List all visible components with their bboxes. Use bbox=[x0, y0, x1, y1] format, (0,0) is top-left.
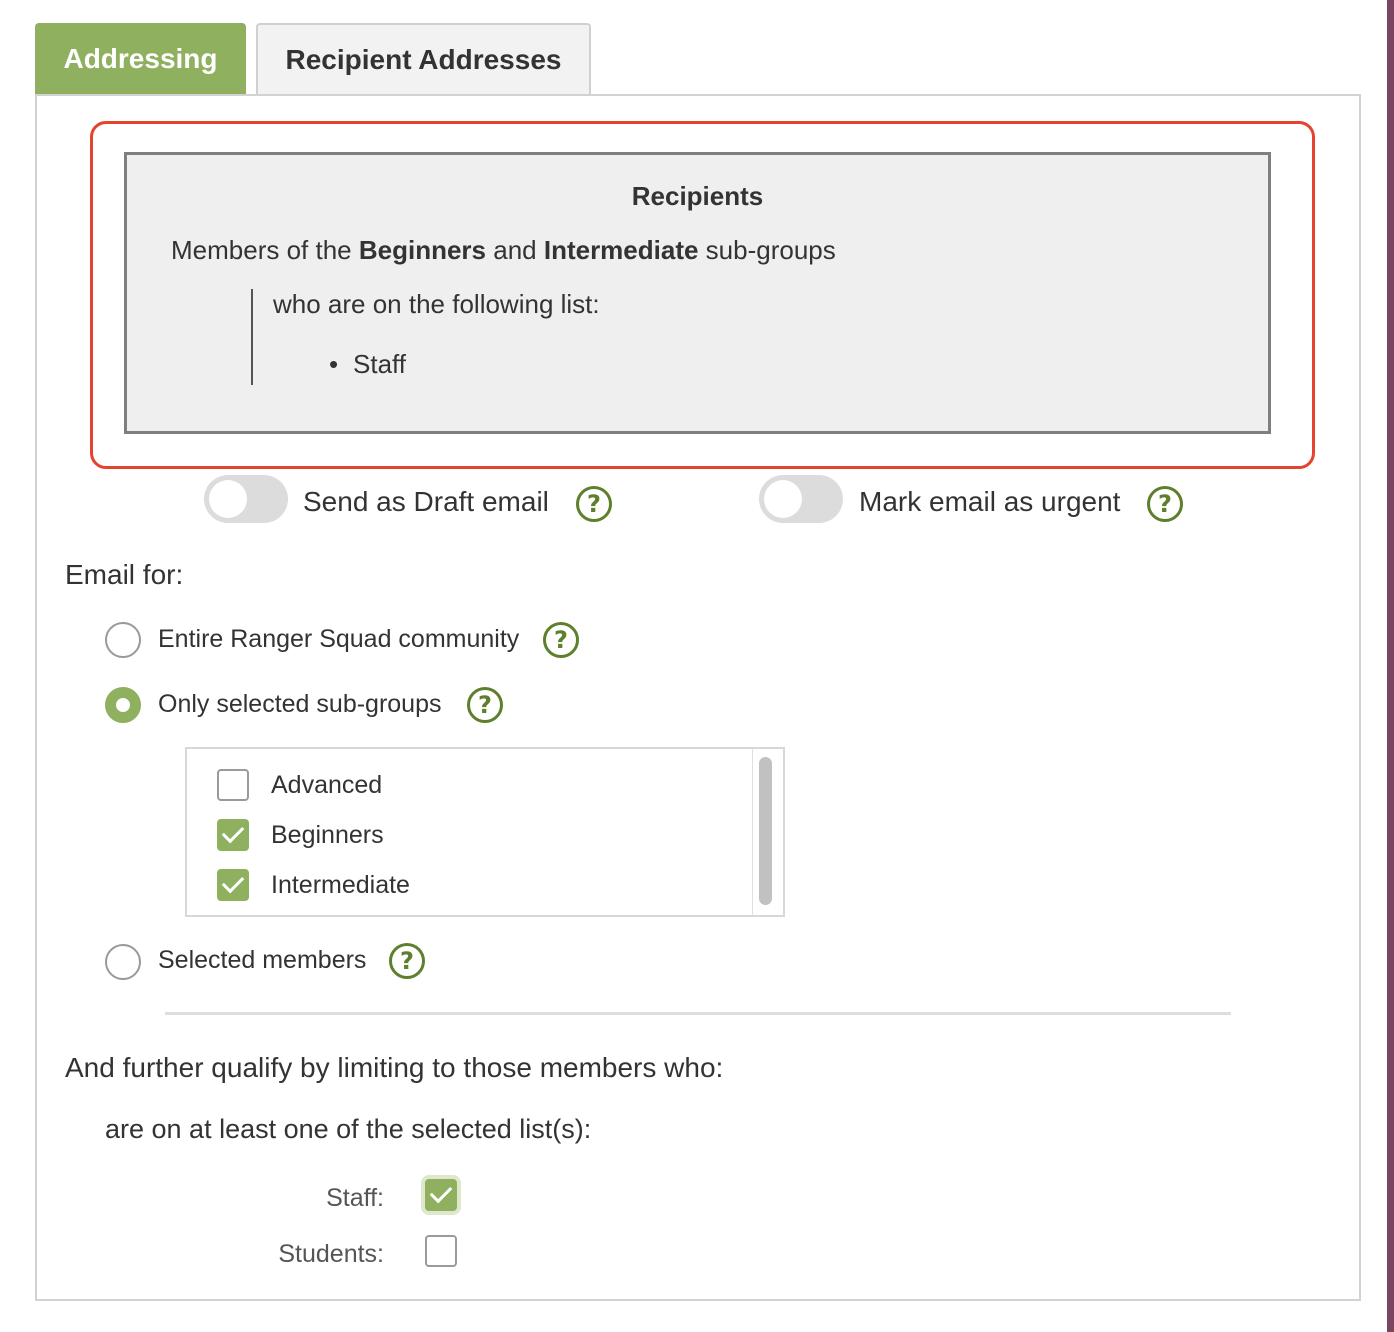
subgroup-list: Advanced Beginners Intermediate bbox=[185, 747, 785, 917]
checkbox-students-list[interactable] bbox=[425, 1235, 457, 1267]
description-prefix: Members of the bbox=[171, 235, 359, 265]
community-help-icon[interactable]: ? bbox=[543, 622, 579, 658]
urgent-help-icon[interactable]: ? bbox=[1147, 486, 1183, 522]
checkbox-beginners[interactable] bbox=[217, 819, 249, 851]
subgroup-label: Beginners bbox=[271, 821, 384, 849]
radio-selected-subgroups-label[interactable]: Only selected sub-groups bbox=[158, 690, 441, 719]
radio-selected-subgroups[interactable] bbox=[105, 687, 141, 723]
bullet-icon: • bbox=[329, 349, 339, 379]
subgroup-scrollbar[interactable] bbox=[752, 749, 777, 915]
checkbox-staff-list[interactable] bbox=[425, 1179, 457, 1211]
tab-addressing[interactable]: Addressing bbox=[35, 23, 246, 95]
draft-help-icon[interactable]: ? bbox=[576, 486, 612, 522]
description-suffix: sub-groups bbox=[698, 235, 836, 265]
list-label-students: Students: bbox=[278, 1240, 384, 1268]
checkbox-intermediate[interactable] bbox=[217, 869, 249, 901]
description-and: and bbox=[486, 235, 544, 265]
radio-selected-members[interactable] bbox=[105, 944, 141, 980]
urgent-label: Mark email as urgent bbox=[859, 486, 1121, 517]
qualify-heading: And further qualify by limiting to those… bbox=[65, 1052, 724, 1083]
toggle-knob bbox=[209, 480, 247, 518]
urgent-toggle[interactable] bbox=[759, 475, 843, 523]
subgroup-label: Advanced bbox=[271, 771, 383, 799]
list-label-staff: Staff: bbox=[326, 1184, 384, 1212]
radio-entire-community[interactable] bbox=[105, 622, 141, 658]
radio-entire-community-label[interactable]: Entire Ranger Squad community bbox=[158, 625, 519, 654]
members-help-icon[interactable]: ? bbox=[389, 943, 425, 979]
list-condition-block: who are on the following list: • Staff bbox=[251, 289, 653, 385]
section-divider bbox=[165, 1012, 1231, 1015]
qualify-subheading: are on at least one of the selected list… bbox=[105, 1114, 592, 1144]
draft-toggle[interactable] bbox=[204, 475, 288, 523]
list-condition-item: Staff bbox=[353, 349, 407, 379]
window-edge-strip bbox=[1387, 0, 1394, 1332]
recipients-summary: Recipients Members of the Beginners and … bbox=[124, 152, 1271, 434]
toggle-knob bbox=[764, 480, 802, 518]
recipients-description: Members of the Beginners and Intermediat… bbox=[171, 235, 836, 266]
draft-label: Send as Draft email bbox=[303, 486, 549, 517]
radio-selected-members-label[interactable]: Selected members bbox=[158, 946, 366, 975]
email-for-label: Email for: bbox=[65, 559, 184, 590]
recipients-title: Recipients bbox=[631, 181, 764, 211]
subgroup-label: Intermediate bbox=[271, 871, 410, 899]
checkbox-advanced[interactable] bbox=[217, 769, 249, 801]
tab-recipient-addresses[interactable]: Recipient Addresses bbox=[256, 23, 591, 95]
scrollbar-thumb[interactable] bbox=[759, 757, 772, 905]
description-group-beginners: Beginners bbox=[358, 235, 487, 265]
list-condition-text: who are on the following list: bbox=[273, 289, 600, 319]
description-group-intermediate: Intermediate bbox=[543, 235, 699, 265]
subgroups-help-icon[interactable]: ? bbox=[467, 687, 503, 723]
